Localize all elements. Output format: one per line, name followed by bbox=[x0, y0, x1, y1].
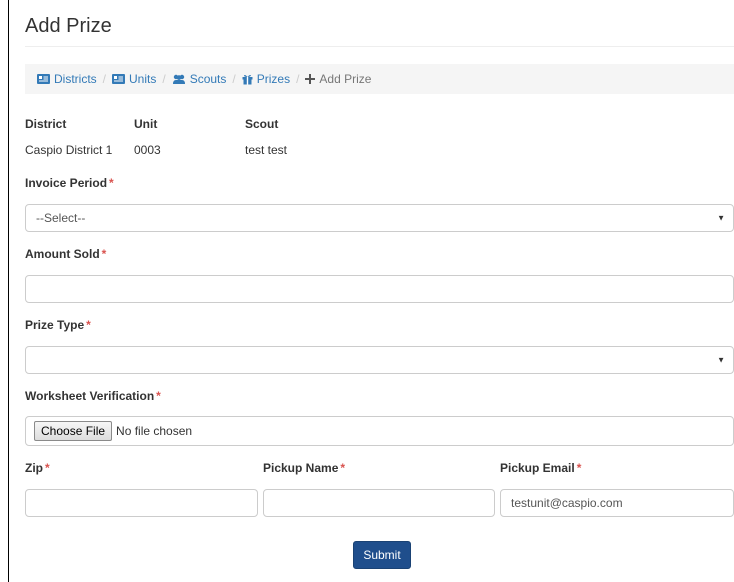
breadcrumb-scouts-label: Scouts bbox=[189, 72, 227, 86]
breadcrumb-prizes-label: Prizes bbox=[256, 72, 291, 86]
breadcrumb-separator: / bbox=[162, 72, 166, 86]
required-marker: * bbox=[86, 318, 91, 332]
invoice-period-label: Invoice Period * bbox=[25, 176, 114, 190]
required-marker: * bbox=[576, 461, 582, 475]
pickup-email-label-text: Pickup Email bbox=[500, 461, 575, 475]
worksheet-label-text: Worksheet Verification bbox=[25, 389, 155, 403]
file-status: No file chosen bbox=[116, 424, 193, 438]
caret-down-icon: ▼ bbox=[717, 355, 725, 365]
prize-type-label: Prize Type * bbox=[25, 318, 91, 332]
gift-icon bbox=[242, 74, 253, 85]
invoice-period-select[interactable]: --Select-- ▼ bbox=[25, 204, 734, 232]
info-district: District Caspio District 1 bbox=[25, 117, 112, 157]
pickup-name-label: Pickup Name * bbox=[263, 461, 345, 475]
breadcrumb-prizes[interactable]: Prizes bbox=[242, 72, 290, 86]
required-marker: * bbox=[340, 461, 346, 475]
amount-sold-label: Amount Sold * bbox=[25, 247, 106, 261]
pickup-email-value: testunit@caspio.com bbox=[511, 496, 623, 510]
zip-label: Zip * bbox=[25, 461, 50, 475]
id-card-icon bbox=[112, 74, 126, 84]
worksheet-label: Worksheet Verification * bbox=[25, 389, 161, 403]
breadcrumb-separator: / bbox=[232, 72, 236, 86]
unit-heading: Unit bbox=[134, 117, 158, 131]
breadcrumb-separator: / bbox=[296, 72, 300, 86]
breadcrumb-separator: / bbox=[102, 72, 107, 86]
pickup-email-input[interactable]: testunit@caspio.com bbox=[500, 489, 734, 517]
window-left-border bbox=[8, 0, 9, 582]
pickup-name-label-text: Pickup Name bbox=[263, 461, 339, 475]
pickup-name-input[interactable] bbox=[263, 489, 495, 517]
info-unit: Unit 0003 bbox=[134, 117, 161, 157]
worksheet-file-input: Choose File No file chosen bbox=[25, 416, 734, 446]
required-marker: * bbox=[156, 389, 161, 403]
pickup-email-label: Pickup Email * bbox=[500, 461, 581, 475]
district-heading: District bbox=[25, 117, 67, 131]
breadcrumb-districts[interactable]: Districts bbox=[37, 72, 97, 86]
breadcrumb-units[interactable]: Units bbox=[112, 72, 156, 86]
prize-type-select[interactable]: ▼ bbox=[25, 346, 734, 374]
breadcrumb-scouts[interactable]: Scouts bbox=[172, 72, 227, 86]
required-marker: * bbox=[101, 247, 107, 261]
scout-heading: Scout bbox=[245, 117, 279, 131]
prize-type-label-text: Prize Type bbox=[25, 318, 85, 332]
breadcrumb-units-label: Units bbox=[129, 72, 157, 86]
required-marker: * bbox=[45, 461, 50, 475]
breadcrumb-add-prize: Add Prize bbox=[305, 72, 371, 86]
plus-icon bbox=[305, 74, 316, 84]
invoice-period-selected: --Select-- bbox=[36, 211, 86, 225]
info-scout: Scout test test bbox=[245, 117, 287, 157]
breadcrumb-add-prize-label: Add Prize bbox=[319, 72, 372, 86]
zip-input[interactable] bbox=[25, 489, 258, 517]
scout-value: test test bbox=[245, 143, 288, 157]
breadcrumb-districts-label: Districts bbox=[54, 72, 97, 86]
breadcrumb: Districts / Units / Scouts / Prizes / Ad… bbox=[25, 64, 734, 94]
caret-down-icon: ▼ bbox=[717, 213, 725, 223]
id-card-icon bbox=[37, 74, 50, 84]
page-title: Add Prize bbox=[25, 15, 112, 37]
amount-sold-label-text: Amount Sold bbox=[25, 247, 100, 261]
users-icon bbox=[172, 74, 186, 84]
choose-file-button[interactable]: Choose File bbox=[34, 421, 113, 441]
title-divider bbox=[25, 46, 734, 47]
zip-label-text: Zip bbox=[25, 461, 43, 475]
invoice-period-label-text: Invoice Period bbox=[25, 176, 108, 190]
amount-sold-input[interactable] bbox=[25, 275, 734, 303]
required-marker: * bbox=[109, 176, 114, 190]
submit-button[interactable]: Submit bbox=[353, 541, 411, 569]
district-value: Caspio District 1 bbox=[25, 143, 113, 157]
unit-value: 0003 bbox=[134, 143, 161, 157]
